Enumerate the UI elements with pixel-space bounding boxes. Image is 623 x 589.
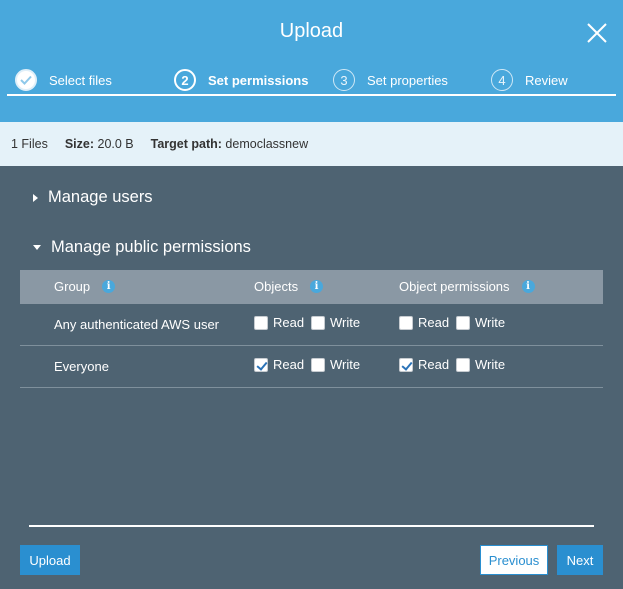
info-icon[interactable]: i (310, 280, 324, 293)
next-button[interactable]: Next (557, 545, 603, 575)
checkbox[interactable] (456, 315, 470, 330)
checkbox[interactable] (311, 357, 325, 372)
size-info: Size: 20.0 B (64, 137, 134, 151)
section-title: Manage public permissions (51, 238, 251, 256)
objects-write-checkbox[interactable]: Write (311, 357, 360, 372)
manage-users-toggle[interactable]: Manage users (33, 188, 153, 207)
step-review[interactable]: 4 Review (491, 68, 568, 92)
check-icon (15, 69, 37, 91)
step-label: Set permissions (208, 72, 309, 88)
objects-write-checkbox[interactable]: Write (311, 315, 360, 330)
checkbox[interactable] (456, 357, 470, 372)
objects-read-checkbox[interactable]: Read (254, 315, 304, 330)
target-path: Target path: democlassnew (150, 137, 309, 151)
object-permissions-read-checkbox[interactable]: Read (399, 357, 449, 372)
upload-summary: 1 Files Size: 20.0 B Target path: democl… (0, 122, 623, 166)
step-select-files[interactable]: Select files (15, 68, 112, 92)
chevron-down-icon (33, 245, 41, 250)
info-icon[interactable]: i (521, 280, 535, 293)
close-icon[interactable] (586, 22, 608, 44)
upload-button[interactable]: Upload (20, 545, 80, 575)
objects-read-checkbox[interactable]: Read (254, 357, 304, 372)
file-count: 1 Files (11, 137, 48, 151)
chevron-right-icon (33, 193, 38, 202)
previous-button[interactable]: Previous (480, 545, 548, 575)
permissions-table-header: Group i Objects i Object permissions i (20, 270, 603, 304)
step-set-permissions[interactable]: 2 Set permissions (174, 68, 308, 92)
table-row: Everyone Read Write Read Write (20, 346, 603, 388)
checkbox[interactable] (254, 357, 268, 372)
header-group: Group i (54, 279, 116, 294)
section-title: Manage users (48, 188, 153, 206)
manage-public-permissions-toggle[interactable]: Manage public permissions (33, 238, 251, 257)
info-icon[interactable]: i (102, 280, 116, 293)
step-label: Review (525, 72, 568, 88)
step-set-properties[interactable]: 3 Set properties (333, 68, 448, 92)
group-name: Everyone (54, 359, 109, 374)
group-name: Any authenticated AWS user (54, 317, 220, 332)
header-objects: Objects i (254, 279, 324, 294)
header-object-permissions: Object permissions i (399, 279, 535, 294)
modal-title: Upload (279, 20, 344, 42)
object-permissions-write-checkbox[interactable]: Write (456, 315, 505, 330)
footer-divider (29, 525, 594, 527)
checkbox[interactable] (399, 315, 413, 330)
modal-header: Upload Select files 2 Set permissions 3 … (0, 0, 623, 122)
wizard-steps: Select files 2 Set permissions 3 Set pro… (7, 64, 616, 96)
step-number: 2 (174, 69, 196, 91)
object-permissions-read-checkbox[interactable]: Read (399, 315, 449, 330)
step-number: 3 (333, 69, 355, 91)
checkbox[interactable] (311, 315, 325, 330)
checkbox[interactable] (254, 315, 268, 330)
step-label: Set properties (367, 72, 448, 88)
table-row: Any authenticated AWS user Read Write Re… (20, 304, 603, 346)
step-number: 4 (491, 69, 513, 91)
checkbox[interactable] (399, 357, 413, 372)
object-permissions-write-checkbox[interactable]: Write (456, 357, 505, 372)
step-label: Select files (49, 72, 112, 88)
